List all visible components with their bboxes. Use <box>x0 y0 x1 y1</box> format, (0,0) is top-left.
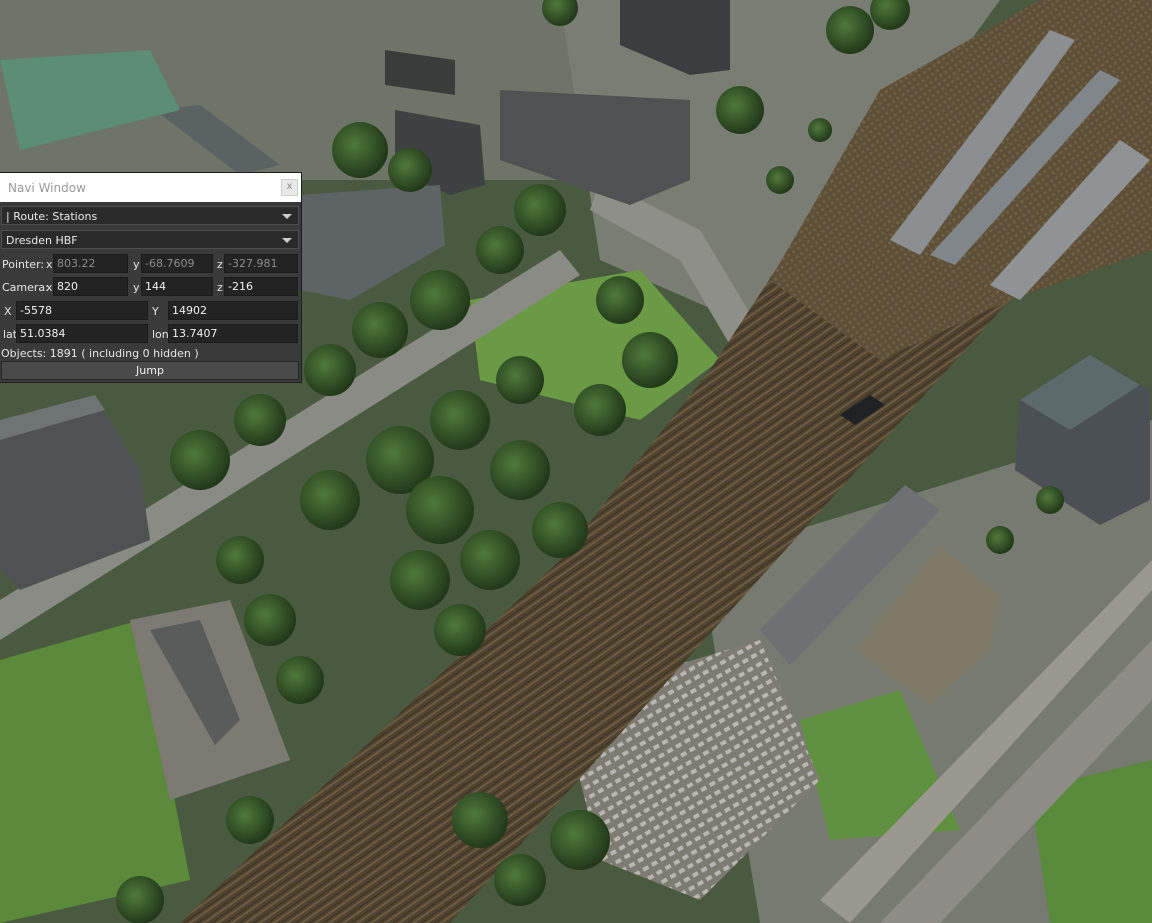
camera-x-field[interactable]: 820 <box>53 277 128 296</box>
jump-button[interactable]: Jump <box>1 361 299 380</box>
pointer-z-label: z <box>217 258 223 271</box>
pointer-x-label: x <box>46 258 53 271</box>
objects-count: Objects: 1891 ( including 0 hidden ) <box>1 347 199 360</box>
pointer-y-label: y <box>133 258 140 271</box>
chevron-down-icon <box>282 214 292 219</box>
pointer-x-field[interactable]: 803.22 <box>53 254 128 273</box>
station-select[interactable]: Dresden HBF <box>1 230 299 249</box>
camera-x-label: x <box>46 281 53 294</box>
lon-label: lon <box>152 328 169 341</box>
camera-z-label: z <box>217 281 223 294</box>
route-select-value: | Route: Stations <box>6 210 98 223</box>
camera-y-field[interactable]: 144 <box>141 277 213 296</box>
route-select[interactable]: | Route: Stations <box>1 206 299 225</box>
lat-label: lat <box>3 328 18 341</box>
pointer-z-field[interactable]: -327.981 <box>224 254 298 273</box>
world-y-label: Y <box>152 305 159 318</box>
station-select-value: Dresden HBF <box>6 234 78 247</box>
camera-y-label: y <box>133 281 140 294</box>
navi-window: Navi Window x | Route: Stations Dresden … <box>0 173 301 382</box>
world-x-field[interactable]: -5578 <box>16 301 148 320</box>
camera-z-field[interactable]: -216 <box>224 277 298 296</box>
world-x-label: X <box>4 305 12 318</box>
pointer-label: Pointer: <box>2 258 45 271</box>
pointer-y-field[interactable]: -68.7609 <box>141 254 213 273</box>
camera-label: Camera: <box>2 281 49 294</box>
chevron-down-icon <box>282 238 292 243</box>
close-icon[interactable]: x <box>281 179 298 196</box>
lat-field[interactable]: 51.0384 <box>16 324 148 343</box>
world-y-field[interactable]: 14902 <box>168 301 298 320</box>
navi-titlebar[interactable]: Navi Window x <box>0 173 301 202</box>
lon-field[interactable]: 13.7407 <box>168 324 298 343</box>
navi-window-title: Navi Window <box>8 181 86 195</box>
aerial-3d-scene[interactable] <box>0 0 1152 923</box>
